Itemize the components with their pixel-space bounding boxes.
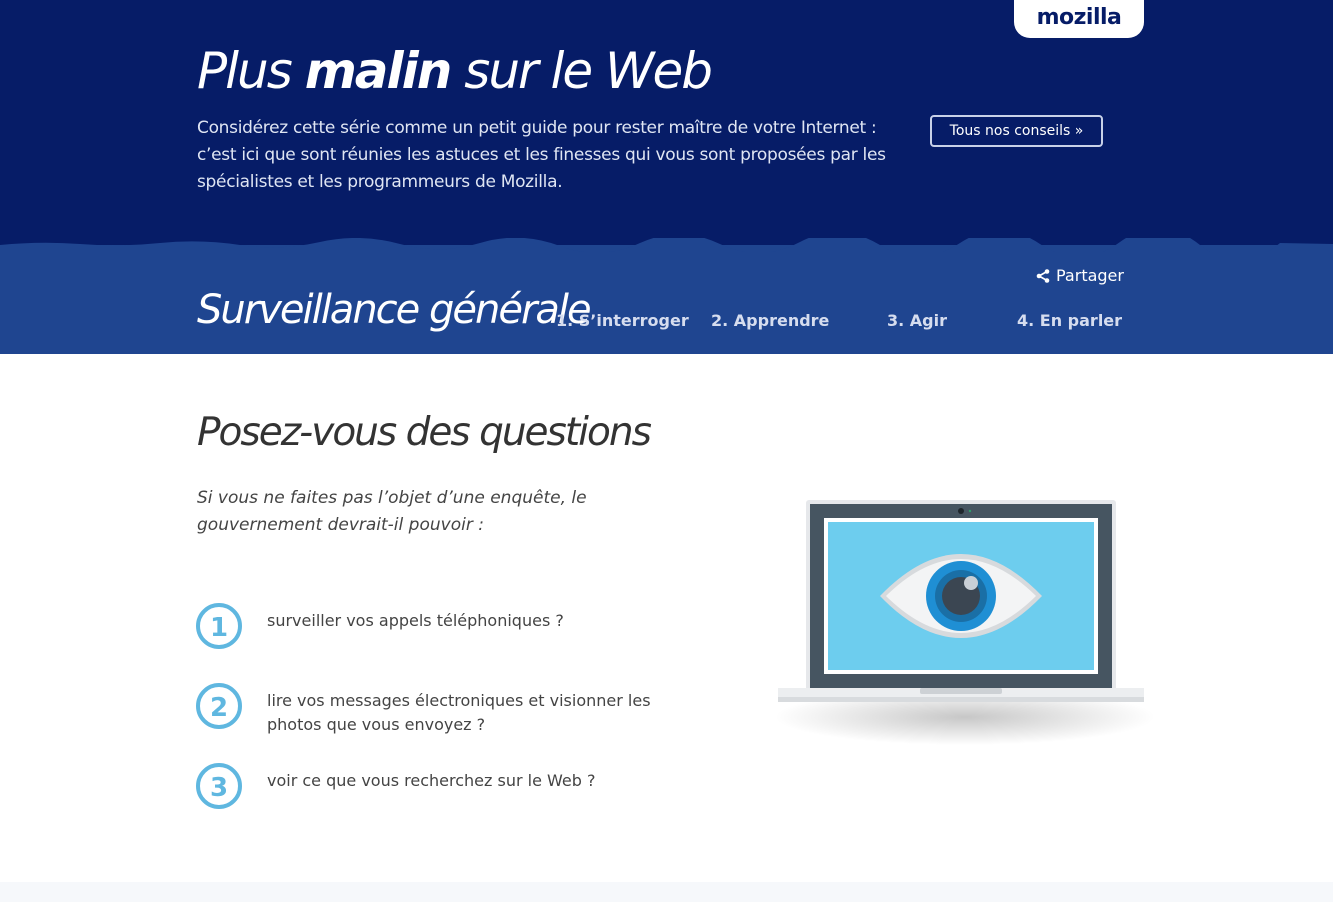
step-tab-4[interactable]: 4. En parler <box>1017 311 1122 330</box>
question-number: 2 <box>210 693 228 723</box>
question-text: voir ce que vous recherchez sur le Web ? <box>267 771 596 790</box>
question-number: 3 <box>210 773 228 803</box>
hero-title: Plus malin sur le Web <box>197 42 713 100</box>
number-1-icon: 1 <box>196 603 242 649</box>
question-text: lire vos messages électroniques et visio… <box>267 691 651 734</box>
hero-title-pre: Plus <box>197 42 305 100</box>
mozilla-logo[interactable]: mozilla <box>1014 0 1144 38</box>
share-button[interactable]: Partager <box>1036 266 1124 285</box>
hero-title-bold: malin <box>304 42 453 100</box>
step-tab-2[interactable]: 2. Apprendre <box>711 311 829 330</box>
footer-strip <box>0 882 1333 902</box>
hero-description: Considérez cette série comme un petit gu… <box>197 118 886 192</box>
step-tab-3[interactable]: 3. Agir <box>887 311 947 330</box>
number-2-icon: 2 <box>196 683 242 729</box>
step-tab-1[interactable]: 1. S’interroger <box>556 311 689 330</box>
number-3-icon: 3 <box>196 763 242 809</box>
step-nav: 1. S’interroger 2. Apprendre 3. Agir 4. … <box>0 311 1333 335</box>
question-number: 1 <box>210 613 228 643</box>
laptop-eye-illustration <box>775 500 1155 745</box>
all-tips-button[interactable]: Tous nos conseils » <box>930 115 1103 147</box>
share-icon <box>1036 268 1050 283</box>
share-label: Partager <box>1056 266 1124 285</box>
wavy-divider <box>0 238 1333 252</box>
intro-text: Si vous ne faites pas l’objet d’une enqu… <box>197 488 587 535</box>
site-header: mozilla Plus malin sur le Web Considérez… <box>0 0 1333 245</box>
question-text: surveiller vos appels téléphoniques ? <box>267 611 564 630</box>
hero-title-post: sur le Web <box>450 42 713 100</box>
section-title: Posez-vous des questions <box>197 410 652 455</box>
